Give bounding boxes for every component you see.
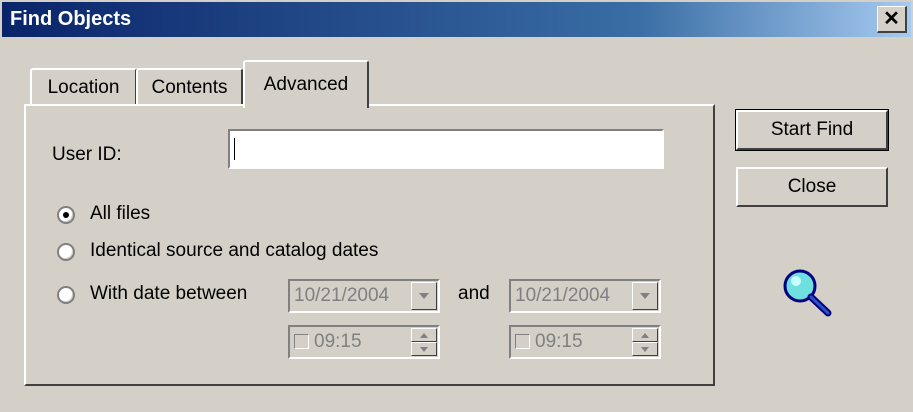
start-find-button[interactable]: Start Find <box>735 109 889 151</box>
time-from-down-button[interactable] <box>411 342 437 356</box>
time-from-value: 09:15 <box>314 331 362 352</box>
close-icon: ✕ <box>883 8 900 30</box>
tab-location[interactable]: Location <box>30 68 137 106</box>
magnifier-icon <box>783 269 832 317</box>
radio-all-files[interactable] <box>57 206 75 224</box>
spin-up-icon <box>420 332 428 338</box>
chevron-down-icon <box>640 293 650 299</box>
date-from-dropdown-button[interactable] <box>411 282 437 310</box>
time-from-up-button[interactable] <box>411 328 437 342</box>
time-from-spinner[interactable]: 09:15 <box>288 325 440 359</box>
and-label: and <box>458 283 490 304</box>
tab-location-label: Location <box>47 77 120 98</box>
date-to-value: 10/21/2004 <box>515 285 611 306</box>
tab-advanced-label: Advanced <box>263 74 349 95</box>
spin-up-icon <box>641 332 649 338</box>
time-from-checkbox[interactable] <box>294 334 309 349</box>
tab-advanced[interactable]: Advanced <box>243 60 369 108</box>
tab-contents[interactable]: Contents <box>136 68 243 106</box>
date-from-value: 10/21/2004 <box>294 285 390 306</box>
spin-down-icon <box>641 346 649 352</box>
spin-down-icon <box>420 346 428 352</box>
radio-identical-dates[interactable] <box>57 243 75 261</box>
title-bar: Find Objects ✕ <box>2 2 911 37</box>
time-to-checkbox[interactable] <box>515 334 530 349</box>
window-title: Find Objects <box>10 8 132 30</box>
time-to-spinner[interactable]: 09:15 <box>509 325 661 359</box>
radio-all-files-label[interactable]: All files <box>90 203 150 225</box>
close-button[interactable]: Close <box>736 167 888 207</box>
radio-selected-dot <box>63 212 69 218</box>
user-id-input[interactable] <box>228 129 664 169</box>
radio-date-between-label[interactable]: With date between <box>90 283 247 305</box>
time-to-value: 09:15 <box>535 331 583 352</box>
radio-date-between[interactable] <box>57 286 75 304</box>
chevron-down-icon <box>419 293 429 299</box>
close-label: Close <box>787 176 837 197</box>
user-id-label: User ID: <box>52 144 122 165</box>
date-to-dropdown-button[interactable] <box>632 282 658 310</box>
time-to-up-button[interactable] <box>632 328 658 342</box>
close-window-button[interactable]: ✕ <box>877 6 907 33</box>
time-to-down-button[interactable] <box>632 342 658 356</box>
tab-contents-label: Contents <box>151 77 228 98</box>
start-find-label: Start Find <box>770 119 854 140</box>
radio-identical-dates-label[interactable]: Identical source and catalog dates <box>90 240 378 262</box>
date-to-combo[interactable]: 10/21/2004 <box>509 279 661 313</box>
text-caret <box>234 138 235 160</box>
find-objects-dialog: Find Objects ✕ Location Contents Advance… <box>0 0 913 412</box>
date-from-combo[interactable]: 10/21/2004 <box>288 279 440 313</box>
